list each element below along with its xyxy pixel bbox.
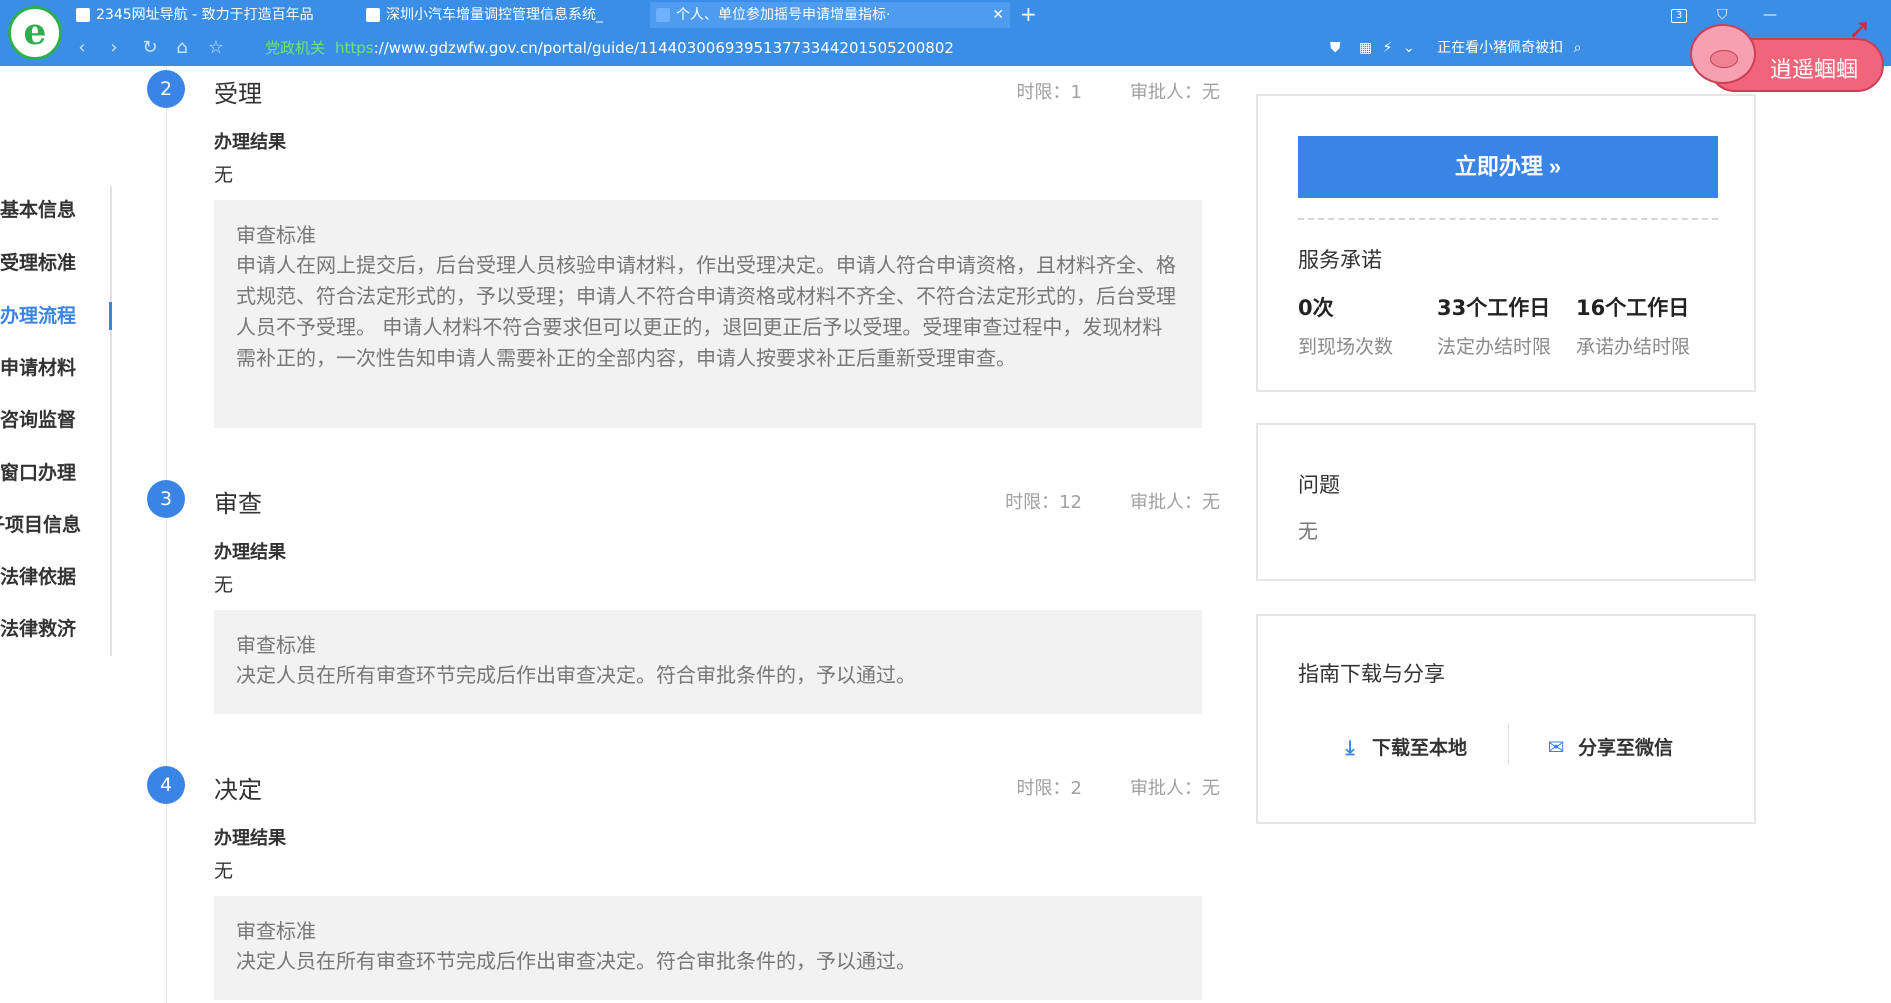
review-standard-box: 审查标准 决定人员在所有审查环节完成后作出审查决定。符合审批条件的，予以通过。 — [214, 896, 1202, 1000]
stat-legal-limit: 33个工作日 法定办结时限 — [1437, 292, 1577, 359]
process-step: 4 决定 时限：2 审批人：无 办理结果 无 审查标准 决定人员在所有审查环节完成… — [0, 766, 1220, 1003]
result-label: 办理结果 — [214, 828, 286, 849]
step-approver: 审批人：无 — [1130, 82, 1220, 103]
step-approver: 审批人：无 — [1130, 778, 1220, 799]
url-scheme: https — [335, 39, 374, 57]
url-text: ://www.gdzwfw.gov.cn/portal/guide/114403… — [373, 39, 954, 57]
step-meta: 时限：12 审批人：无 — [957, 488, 1220, 514]
browser-chrome: e 2345网址导航 - 致力于打造百年品 深圳小汽车增量调控管理信息系统_ 个… — [0, 0, 1891, 66]
navigation-bar: ‹ › ↻ ⌂ ☆ 党政机关 https://www.gdzwfw.gov.cn/… — [70, 34, 1870, 62]
guide-title: 指南下载与分享 — [1298, 662, 1445, 686]
stat-label: 承诺办结时限 — [1576, 336, 1691, 358]
mascot-label: 逍遥蝈蝈 — [1770, 58, 1859, 83]
pig-mascot-icon — [1690, 24, 1756, 84]
stat-label: 法定办结时限 — [1437, 336, 1552, 358]
result-label: 办理结果 — [214, 132, 286, 153]
stat-label: 到现场次数 — [1298, 336, 1394, 358]
step-title: 决定 — [214, 776, 262, 804]
question-value: 无 — [1298, 519, 1318, 543]
grid-icon[interactable]: ▦ — [1359, 40, 1372, 56]
step-meta: 时限：1 审批人：无 — [969, 78, 1220, 104]
lightning-icon[interactable]: ⚡ — [1383, 40, 1393, 56]
result-value: 无 — [214, 164, 234, 186]
stat-value: 16个工作日 — [1576, 296, 1690, 320]
wechat-share-link[interactable]: ✉ 分享至微信 — [1544, 730, 1673, 764]
review-standard-box: 审查标准 申请人在网上提交后，后台受理人员核验申请材料，作出受理决定。申请人符合… — [214, 200, 1202, 428]
service-promise-title: 服务承诺 — [1298, 248, 1382, 272]
wechat-icon: ✉ — [1547, 735, 1565, 759]
stat-value: 33个工作日 — [1437, 296, 1551, 320]
home-icon[interactable]: ⌂ — [170, 34, 194, 62]
process-step: 2 受理 时限：1 审批人：无 办理结果 无 审查标准 申请人在网上提交后，后台受… — [0, 70, 1220, 430]
tab-shenzhen-system[interactable]: 深圳小汽车增量调控管理信息系统_ — [360, 2, 620, 28]
tab-title: 个人、单位参加摇号申请增量指标· — [676, 7, 891, 23]
question-panel: 问题 无 — [1256, 423, 1756, 581]
review-standard-text: 决定人员在所有审查环节完成后作出审查决定。符合审批条件的，予以通过。 — [236, 663, 916, 687]
search-icon[interactable]: ⌕ — [1574, 40, 1582, 56]
page-favicon-icon — [366, 8, 380, 22]
step-meta: 时限：2 审批人：无 — [969, 774, 1220, 800]
tab-close-icon[interactable]: ✕ — [992, 2, 1004, 28]
step-title: 受理 — [214, 80, 262, 108]
review-standard-text: 决定人员在所有审查环节完成后作出审查决定。符合审批条件的，予以通过。 — [236, 949, 916, 973]
shield-icon[interactable]: ⛊ — [1330, 40, 1341, 56]
stat-promise-limit: 16个工作日 承诺办结时限 — [1576, 292, 1716, 359]
review-standard-title: 审查标准 — [236, 919, 316, 943]
result-value: 无 — [214, 860, 234, 882]
review-standard-text: 申请人在网上提交后，后台受理人员核验申请材料，作出受理决定。申请人符合申请资格，… — [236, 253, 1176, 370]
download-link[interactable]: ⤓ 下载至本地 — [1338, 730, 1467, 764]
step-time-limit: 时限：12 — [1005, 492, 1082, 513]
star-icon[interactable]: ☆ — [204, 34, 228, 62]
arrow-up-icon: ➚ — [1848, 12, 1872, 45]
page-favicon-icon — [656, 8, 670, 22]
step-approver: 审批人：无 — [1130, 492, 1220, 513]
home-favicon-icon — [76, 8, 90, 22]
address-bar[interactable]: 党政机关 https://www.gdzwfw.gov.cn/portal/gui… — [265, 36, 1350, 60]
apply-now-button[interactable]: 立即办理 » — [1298, 136, 1718, 198]
process-step: 3 审查 时限：12 审批人：无 办理结果 无 审查标准 决定人员在所有审查环节完… — [0, 480, 1220, 720]
stat-value: 0次 — [1298, 296, 1334, 320]
download-icon: ⤓ — [1345, 735, 1355, 759]
review-standard-title: 审查标准 — [236, 633, 316, 657]
reload-icon[interactable]: ↻ — [138, 34, 162, 62]
browser-logo-icon[interactable]: e — [8, 6, 62, 60]
service-panel: 立即办理 » 服务承诺 0次 到现场次数 33个工作日 法定办结时限 16个工作… — [1256, 94, 1756, 392]
chevron-down-icon[interactable]: ⌄ — [1403, 40, 1415, 56]
result-label: 办理结果 — [214, 542, 286, 563]
step-number: 4 — [147, 766, 185, 804]
guide-panel: 指南下载与分享 ⤓ 下载至本地 ✉ 分享至微信 — [1256, 614, 1756, 824]
now-watching-text[interactable]: 正在看小猪佩奇被扣 — [1437, 40, 1563, 56]
forward-icon[interactable]: › — [102, 34, 126, 62]
dashed-divider — [1298, 218, 1718, 220]
tab-title: 深圳小汽车增量调控管理信息系统_ — [386, 7, 603, 23]
new-tab-button[interactable]: + — [1020, 0, 1037, 28]
tab-counter-badge[interactable]: 3 — [1671, 9, 1687, 23]
mascot-widget[interactable]: 逍遥蝈蝈 ➚ — [1688, 12, 1884, 92]
back-icon[interactable]: ‹ — [70, 34, 94, 62]
review-standard-box: 审查标准 决定人员在所有审查环节完成后作出审查决定。符合审批条件的，予以通过。 — [214, 610, 1202, 714]
tab-lottery-guide[interactable]: 个人、单位参加摇号申请增量指标· ✕ — [650, 2, 1010, 28]
step-number: 2 — [147, 70, 185, 108]
result-value: 无 — [214, 574, 234, 596]
tab-strip: 2345网址导航 - 致力于打造百年品 深圳小汽车增量调控管理信息系统_ 个人、… — [70, 0, 1490, 28]
stat-visits: 0次 到现场次数 — [1298, 292, 1438, 359]
address-tools: ⛊ ▦ ⚡ ⌄ 正在看小猪佩奇被扣 ⌕ — [1330, 36, 1690, 60]
question-title: 问题 — [1298, 473, 1340, 497]
step-time-limit: 时限：2 — [1016, 778, 1082, 799]
step-time-limit: 时限：1 — [1016, 82, 1082, 103]
share-divider — [1508, 724, 1509, 764]
review-standard-title: 审查标准 — [236, 223, 316, 247]
tab-2345[interactable]: 2345网址导航 - 致力于打造百年品 — [70, 2, 330, 28]
step-number: 3 — [147, 480, 185, 518]
step-title: 审查 — [214, 490, 262, 518]
gov-badge: 党政机关 — [265, 39, 326, 57]
tab-title: 2345网址导航 - 致力于打造百年品 — [96, 7, 314, 23]
